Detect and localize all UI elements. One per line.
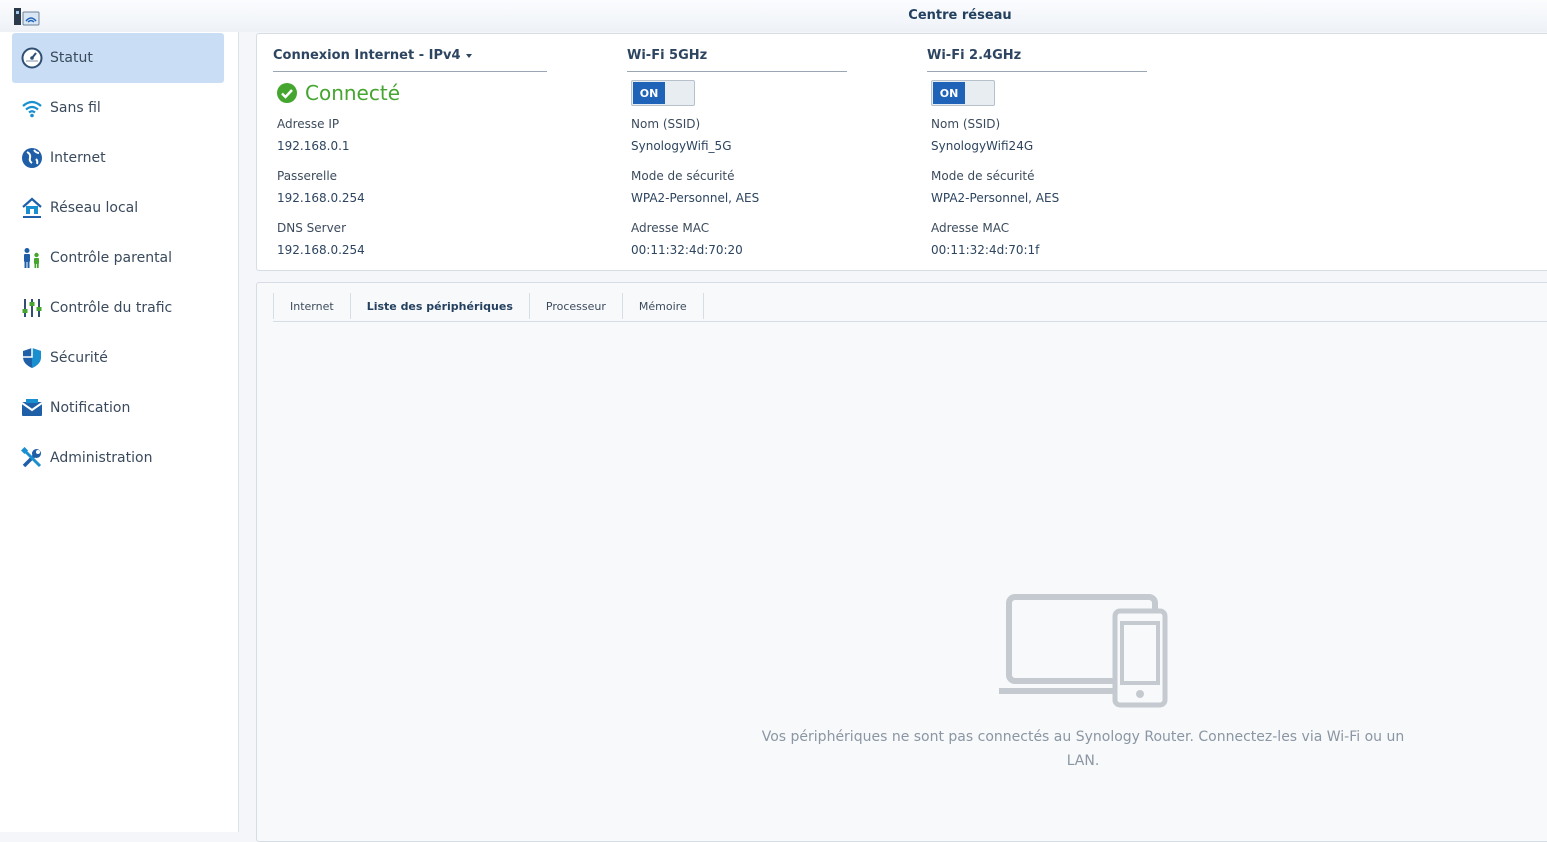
column-divider: [927, 71, 1147, 72]
shield-icon: [20, 346, 44, 370]
dns-server-value: 192.168.0.254: [277, 243, 365, 257]
tab-memory[interactable]: Mémoire: [623, 293, 704, 319]
sidebar-item-reseau-local[interactable]: Réseau local: [12, 183, 224, 233]
window-title: Centre réseau: [908, 8, 1012, 23]
mac-address-24ghz-label: Adresse MAC: [931, 221, 1010, 235]
ssid-24ghz-label: Nom (SSID): [931, 117, 1001, 131]
sidebar-item-label: Sécurité: [50, 350, 108, 366]
title-bar: Centre réseau: [0, 0, 1547, 32]
sidebar-item-controle-parental[interactable]: Contrôle parental: [12, 233, 224, 283]
tab-divider: [273, 321, 1547, 322]
sidebar-item-label: Administration: [50, 450, 153, 466]
wifi-24ghz-toggle[interactable]: ON: [931, 80, 995, 106]
sidebar-item-label: Internet: [50, 150, 106, 166]
details-panel: Internet Liste des périphériques Process…: [256, 282, 1547, 842]
security-mode-24ghz-label: Mode de sécurité: [931, 169, 1035, 183]
sidebar-item-internet[interactable]: Internet: [12, 133, 224, 183]
security-mode-5ghz-label: Mode de sécurité: [631, 169, 735, 183]
gateway-value: 192.168.0.254: [277, 191, 365, 205]
caret-down-icon: [465, 53, 472, 58]
wifi-icon: [20, 96, 44, 120]
sidebar-item-securite[interactable]: Sécurité: [12, 333, 224, 383]
sliders-icon: [20, 296, 44, 320]
globe-icon: [20, 146, 44, 170]
family-icon: [20, 246, 44, 270]
security-mode-24ghz-value: WPA2-Personnel, AES: [931, 191, 1060, 205]
ssid-24ghz-value: SynologyWifi24G: [931, 139, 1034, 153]
gateway-label: Passerelle: [277, 169, 338, 183]
mac-address-5ghz-label: Adresse MAC: [631, 221, 710, 235]
empty-state-message: Vos périphériques ne sont pas connectés …: [761, 729, 1405, 769]
mail-icon: [20, 396, 44, 420]
tab-processor[interactable]: Processeur: [530, 293, 623, 319]
check-circle-icon: [277, 83, 297, 103]
devices-illustration-icon: [999, 594, 1168, 708]
sidebar-divider: [238, 32, 239, 832]
status-panel: Connexion Internet - IPv4 Connecté Adres…: [256, 33, 1547, 271]
mac-address-5ghz-value: 00:11:32:4d:70:20: [631, 243, 743, 257]
wifi-24ghz-heading: Wi-Fi 2.4GHz: [927, 48, 1022, 63]
connection-status-text: Connecté: [305, 81, 400, 105]
toggle-on-label: ON: [933, 82, 965, 104]
column-divider: [627, 71, 847, 72]
security-mode-5ghz-value: WPA2-Personnel, AES: [631, 191, 760, 205]
sidebar-item-sans-fil[interactable]: Sans fil: [12, 83, 224, 133]
sidebar-item-label: Statut: [50, 50, 93, 66]
home-network-icon: [20, 196, 44, 220]
internet-connection-heading: Connexion Internet - IPv4: [273, 48, 461, 63]
sidebar-item-label: Contrôle du trafic: [50, 300, 173, 316]
wifi-5ghz-heading: Wi-Fi 5GHz: [627, 48, 708, 63]
tab-device-list[interactable]: Liste des périphériques: [351, 293, 530, 319]
column-divider: [273, 71, 547, 72]
tools-icon: [20, 446, 44, 470]
mac-address-24ghz-value: 00:11:32:4d:70:1f: [931, 243, 1040, 257]
sidebar-item-label: Sans fil: [50, 100, 101, 116]
gauge-icon: [20, 46, 44, 70]
toggle-on-label: ON: [633, 82, 665, 104]
wifi-5ghz-toggle[interactable]: ON: [631, 80, 695, 106]
ip-address-label: Adresse IP: [277, 117, 340, 131]
connection-status: Connecté: [277, 81, 400, 105]
tab-bar: Internet Liste des périphériques Process…: [273, 293, 704, 321]
ssid-5ghz-value: SynologyWifi_5G: [631, 139, 732, 153]
dns-server-label: DNS Server: [277, 221, 346, 235]
sidebar-item-controle-du-trafic[interactable]: Contrôle du trafic: [12, 283, 224, 333]
sidebar-item-label: Réseau local: [50, 200, 139, 216]
ssid-5ghz-label: Nom (SSID): [631, 117, 701, 131]
sidebar-item-administration[interactable]: Administration: [12, 433, 224, 483]
sidebar-item-label: Notification: [50, 400, 131, 416]
sidebar-item-statut[interactable]: Statut: [12, 33, 224, 83]
tab-internet[interactable]: Internet: [273, 293, 351, 319]
internet-connection-dropdown[interactable]: Connexion Internet - IPv4: [273, 48, 472, 63]
sidebar-item-notification[interactable]: Notification: [12, 383, 224, 433]
ip-address-value: 192.168.0.1: [277, 139, 350, 153]
sidebar-item-label: Contrôle parental: [50, 250, 173, 266]
